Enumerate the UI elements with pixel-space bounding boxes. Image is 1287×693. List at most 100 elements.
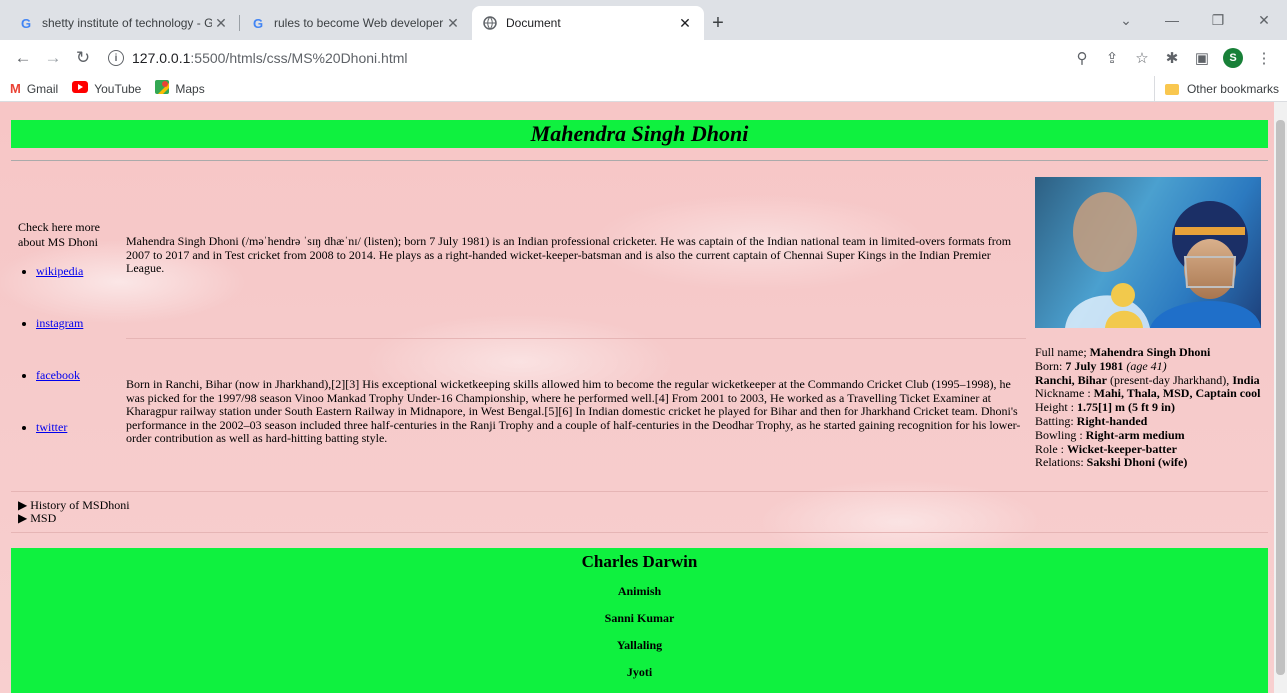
- list-item: facebook: [36, 368, 110, 420]
- fact-value: Mahi, Thala, MSD, Captain cool: [1093, 386, 1261, 401]
- close-icon[interactable]: ✕: [676, 15, 694, 32]
- tab-title: rules to become Web developer: [274, 16, 444, 30]
- details-msd[interactable]: ▶ MSD: [18, 512, 130, 525]
- link-instagram[interactable]: instagram: [36, 316, 83, 330]
- link-facebook[interactable]: facebook: [36, 368, 80, 382]
- share-icon[interactable]: ⇪: [1097, 44, 1127, 72]
- fact-value: Right-handed: [1076, 413, 1148, 428]
- gmail-icon: M: [10, 81, 21, 96]
- bookmark-youtube[interactable]: YouTube: [72, 81, 141, 96]
- other-bookmarks-label: Other bookmarks: [1186, 82, 1279, 96]
- fact-age: (age 41): [1126, 358, 1167, 373]
- link-list: wikipedia instagram facebook twitter: [36, 264, 110, 472]
- scrollbar-thumb[interactable]: [1276, 120, 1285, 675]
- address-path: :5500/htmls/css/MS%20Dhoni.html: [190, 50, 408, 66]
- divider: [126, 338, 1026, 339]
- footer-name: Jyoti: [626, 665, 653, 679]
- sidebar: Check here more about MS Dhoni wikipedia…: [18, 220, 110, 472]
- address-bar[interactable]: i 127.0.0.1:5500/htmls/css/MS%20Dhoni.ht…: [98, 44, 1067, 72]
- tab-strip: G shetty institute of technology - G ✕ G…: [0, 0, 1287, 40]
- sidepanel-icon[interactable]: ▣: [1187, 44, 1217, 72]
- window-controls: ⌄ — ❐ ✕: [1103, 0, 1287, 40]
- close-icon[interactable]: ✕: [444, 15, 462, 32]
- link-wikipedia[interactable]: wikipedia: [36, 264, 83, 278]
- triangle-right-icon: ▶: [18, 498, 31, 512]
- divider: [11, 532, 1268, 533]
- other-bookmarks[interactable]: Other bookmarks: [1153, 76, 1279, 102]
- chevron-down-icon[interactable]: ⌄: [1103, 0, 1149, 40]
- forward-icon[interactable]: →: [38, 44, 68, 72]
- page-content: Mahendra Singh Dhoni Check here more abo…: [0, 102, 1275, 693]
- minimize-icon[interactable]: —: [1149, 0, 1195, 40]
- divider: [11, 491, 1268, 492]
- profile-avatar[interactable]: S: [1223, 48, 1243, 68]
- google-icon: G: [252, 15, 264, 31]
- fact-value: 7 July 1981: [1065, 358, 1124, 373]
- tab-shetty[interactable]: G shetty institute of technology - G ✕: [8, 6, 240, 40]
- bookmark-maps[interactable]: Maps: [155, 80, 205, 97]
- fact-fullname: Full name; Mahendra Singh Dhoni: [1035, 345, 1267, 360]
- bio-paragraph-2: Born in Ranchi, Bihar (now in Jharkhand)…: [126, 377, 1021, 445]
- fact-batting: Batting: Right-handed: [1035, 413, 1267, 429]
- link-twitter[interactable]: twitter: [36, 420, 67, 434]
- close-icon[interactable]: ✕: [212, 15, 230, 32]
- back-icon[interactable]: ←: [8, 44, 38, 72]
- close-window-icon[interactable]: ✕: [1241, 0, 1287, 40]
- fact-value: Wicket-keeper-batter: [1067, 441, 1177, 456]
- bookmark-gmail[interactable]: M Gmail: [10, 81, 58, 96]
- fact-relations: Relations: Sakshi Dhoni (wife): [1035, 455, 1267, 470]
- fact-value: Ranchi, Bihar: [1035, 372, 1108, 387]
- triangle-right-icon: ▶: [18, 511, 31, 525]
- google-icon: G: [20, 15, 32, 31]
- new-tab-button[interactable]: +: [704, 6, 732, 40]
- address-host: 127.0.0.1: [132, 50, 191, 66]
- fact-note: (present-day Jharkhand),: [1107, 372, 1233, 387]
- list-item: instagram: [36, 316, 110, 368]
- restore-icon[interactable]: ❐: [1195, 0, 1241, 40]
- fact-height: Height : 1.75[1] m (5 ft 9 in): [1035, 400, 1267, 415]
- page-viewport: Mahendra Singh Dhoni Check here more abo…: [0, 102, 1287, 693]
- toolbar-actions: ⚲ ⇪ ☆ ✱ ▣ S ⋮: [1067, 44, 1279, 72]
- fact-nickname: Nickname : Mahi, Thala, MSD, Captain coo…: [1035, 386, 1267, 401]
- details-summary: History of MSDhoni: [30, 498, 130, 512]
- footer-title: Charles Darwin: [581, 552, 698, 571]
- fact-value: India: [1232, 372, 1260, 387]
- bookmark-label: Gmail: [26, 81, 59, 96]
- extensions-icon[interactable]: ✱: [1157, 44, 1187, 72]
- fact-born: Born: 7 July 1981 (age 41): [1035, 358, 1267, 374]
- reload-icon[interactable]: ↻: [68, 44, 98, 72]
- tab-title: Document: [506, 16, 561, 30]
- tab-document[interactable]: Document ✕: [472, 6, 704, 40]
- details-section: ▶ History of MSDhoni ▶ MSD: [18, 499, 130, 525]
- bookmark-label: YouTube: [94, 81, 142, 96]
- star-icon[interactable]: ☆: [1127, 44, 1157, 72]
- fact-label: Born:: [1035, 358, 1066, 373]
- fact-label: Bowling :: [1035, 427, 1086, 442]
- folder-icon: [1164, 83, 1179, 95]
- fact-label: Height :: [1035, 400, 1077, 415]
- fact-label: Batting:: [1035, 413, 1077, 428]
- details-summary: MSD: [30, 511, 57, 525]
- fact-label: Relations:: [1035, 455, 1087, 470]
- footer-name: Yallaling: [616, 638, 663, 652]
- player-facts: Full name; Mahendra Singh Dhoni Born: 7 …: [1035, 345, 1267, 470]
- menu-icon[interactable]: ⋮: [1249, 44, 1279, 72]
- fact-label: Full name;: [1035, 345, 1090, 359]
- list-item: twitter: [36, 420, 110, 472]
- zoom-icon[interactable]: ⚲: [1067, 44, 1097, 72]
- info-icon[interactable]: i: [108, 50, 124, 66]
- vertical-scrollbar[interactable]: [1274, 102, 1287, 693]
- list-item: wikipedia: [36, 264, 110, 316]
- fact-role: Role : Wicket-keeper-batter: [1035, 441, 1267, 457]
- fact-value: 1.75[1] m (5 ft 9 in): [1077, 400, 1175, 415]
- fact-label: Role :: [1035, 441, 1067, 456]
- fact-label: Nickname :: [1035, 386, 1094, 401]
- fact-value: Sakshi Dhoni (wife): [1086, 455, 1188, 470]
- divider: [11, 160, 1268, 161]
- maps-icon: [155, 80, 170, 97]
- bookmarks-bar: M Gmail YouTube Maps Other bookmarks: [0, 76, 1287, 102]
- bio-paragraph-1: Mahendra Singh Dhoni (/məˈhendrə ˈsɪŋ dh…: [126, 234, 1012, 275]
- fact-bowling: Bowling : Right-arm medium: [1035, 427, 1267, 443]
- browser-toolbar: ← → ↻ i 127.0.0.1:5500/htmls/css/MS%20Dh…: [0, 40, 1287, 76]
- tab-rules[interactable]: G rules to become Web developer ✕: [240, 6, 472, 40]
